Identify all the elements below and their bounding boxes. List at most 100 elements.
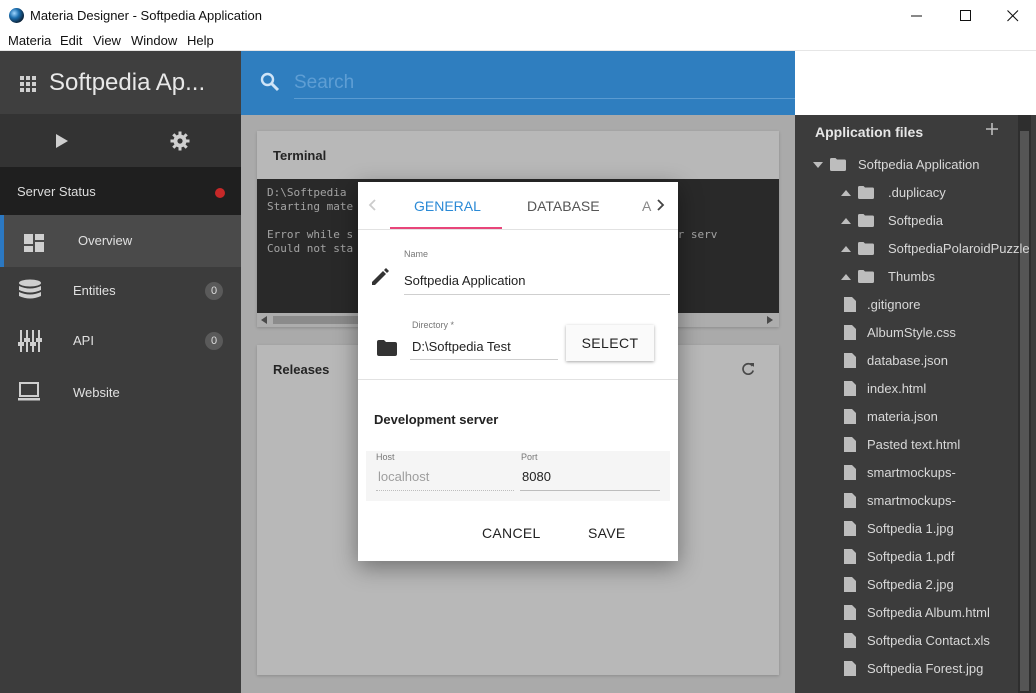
file-icon [844,661,856,676]
file-tree-file[interactable]: database.json [795,349,1017,373]
sidebar-item-api[interactable]: API 0 [0,315,241,367]
file-tree-folder[interactable]: Softpedia [795,209,1017,233]
api-count-badge: 0 [205,332,223,350]
sidebar-item-website[interactable]: Website [0,367,241,419]
file-tree-file[interactable]: .gitignore [795,293,1017,317]
file-tree-label: Softpedia 1.jpg [867,521,954,536]
host-field[interactable]: localhost [378,469,429,484]
tab-general[interactable]: GENERAL [414,198,481,214]
collapse-up-icon[interactable] [841,272,851,282]
file-tree-label: Softpedia 1.pdf [867,549,955,564]
file-tree-file[interactable]: Softpedia Contact.xls [795,629,1017,653]
collapse-up-icon[interactable] [841,244,851,254]
search-icon [260,72,280,92]
file-tree-folder[interactable]: Softpedia Application [795,153,1017,177]
file-tree-folder[interactable]: Thumbs [795,265,1017,289]
file-tree-label: Pasted text.html [867,437,961,452]
tab-overflow[interactable]: A [642,198,651,214]
file-tree-label: SoftpediaPolaroidPuzzle [888,241,1030,256]
entities-count-badge: 0 [205,282,223,300]
menu-help[interactable]: Help [187,33,214,48]
sidebar-item-entities[interactable]: Entities 0 [0,265,241,317]
dialog-divider [358,379,678,380]
pencil-icon [372,268,389,285]
search-underline [294,98,795,99]
file-tree-file[interactable]: Softpedia Album.html [795,601,1017,625]
server-status[interactable]: Server Status [0,167,241,215]
sidebar-item-label: API [73,333,94,348]
play-icon[interactable] [56,134,68,148]
menu-view[interactable]: View [93,33,121,48]
file-tree-file[interactable]: Softpedia 1.jpg [795,517,1017,541]
search-bar [241,51,795,115]
menu-edit[interactable]: Edit [60,33,82,48]
file-tree-file[interactable]: Pasted text.html [795,433,1017,457]
file-tree-file[interactable]: Softpedia 2.jpg [795,573,1017,597]
file-icon [844,521,856,536]
file-tree-label: Thumbs [888,269,935,284]
file-tree-folder[interactable]: SoftpediaPolaroidPuzzle [795,237,1030,261]
collapse-up-icon[interactable] [841,188,851,198]
server-status-indicator [215,188,225,198]
folder-icon [858,214,874,227]
expand-down-icon[interactable] [813,160,823,170]
monitor-icon [18,382,40,401]
title-bar: Materia Designer - Softpedia Application [0,0,1036,31]
save-button[interactable]: SAVE [588,525,626,541]
application-settings-dialog: GENERAL DATABASE A Name Softpedia Applic… [358,182,678,561]
add-icon[interactable] [986,123,998,135]
folder-icon [377,340,397,356]
close-button[interactable] [990,0,1036,31]
minimize-button[interactable] [894,0,940,31]
sidebar-item-overview[interactable]: Overview [0,215,241,267]
materia-logo-icon [9,8,24,23]
port-field-label: Port [521,452,538,462]
cancel-button[interactable]: CANCEL [482,525,541,541]
file-icon [844,297,856,312]
name-field[interactable]: Softpedia Application [404,273,525,288]
file-tree-file[interactable]: Softpedia 1.pdf [795,545,1017,569]
select-directory-button[interactable]: SELECT [566,325,654,361]
file-tree-file[interactable]: smartmockups- [795,489,1017,513]
file-tree-file[interactable]: smartmockups- [795,461,1017,485]
file-tree-folder[interactable]: .duplicacy [795,181,1017,205]
sidebar-tools [0,115,241,167]
host-field-label: Host [376,452,395,462]
chevron-left-icon[interactable] [368,199,376,211]
file-tree-file[interactable]: index.html [795,377,1017,401]
file-tree-label: Softpedia [888,213,943,228]
file-icon [844,493,856,508]
file-tree-file[interactable]: AlbumStyle.css [795,321,1017,345]
files-scroll-thumb[interactable] [1020,131,1029,691]
close-icon [1007,10,1019,22]
minimize-icon [911,15,922,17]
collapse-up-icon[interactable] [841,216,851,226]
folder-icon [858,242,874,255]
server-status-label: Server Status [17,184,96,199]
app-name: Softpedia Ap... [49,69,206,96]
file-tree-file[interactable]: materia.json [795,405,1017,429]
file-tree-file[interactable]: Softpedia Forest.jpg [795,657,1017,681]
file-tree-label: database.json [867,353,948,368]
maximize-button[interactable] [943,0,989,31]
window-title: Materia Designer - Softpedia Application [30,8,262,23]
sidebar-item-label: Website [73,385,120,400]
file-icon [844,353,856,368]
active-tab-indicator [390,227,502,229]
search-input[interactable] [294,69,774,97]
database-icon [19,279,41,299]
menu-window[interactable]: Window [131,33,177,48]
file-icon [844,381,856,396]
port-field[interactable]: 8080 [522,469,551,484]
gear-icon[interactable] [170,131,190,151]
tab-database[interactable]: DATABASE [527,198,600,214]
chevron-right-icon[interactable] [657,199,665,211]
development-server-fields: Host localhost Port 8080 [366,451,670,501]
file-icon [844,577,856,592]
apps-grid-icon[interactable] [20,76,36,92]
directory-field[interactable]: D:\Softpedia Test [412,339,511,354]
files-scrollbar[interactable] [1018,115,1031,693]
folder-icon [858,186,874,199]
file-tree-label: index.html [867,381,927,396]
menu-materia[interactable]: Materia [8,33,51,48]
